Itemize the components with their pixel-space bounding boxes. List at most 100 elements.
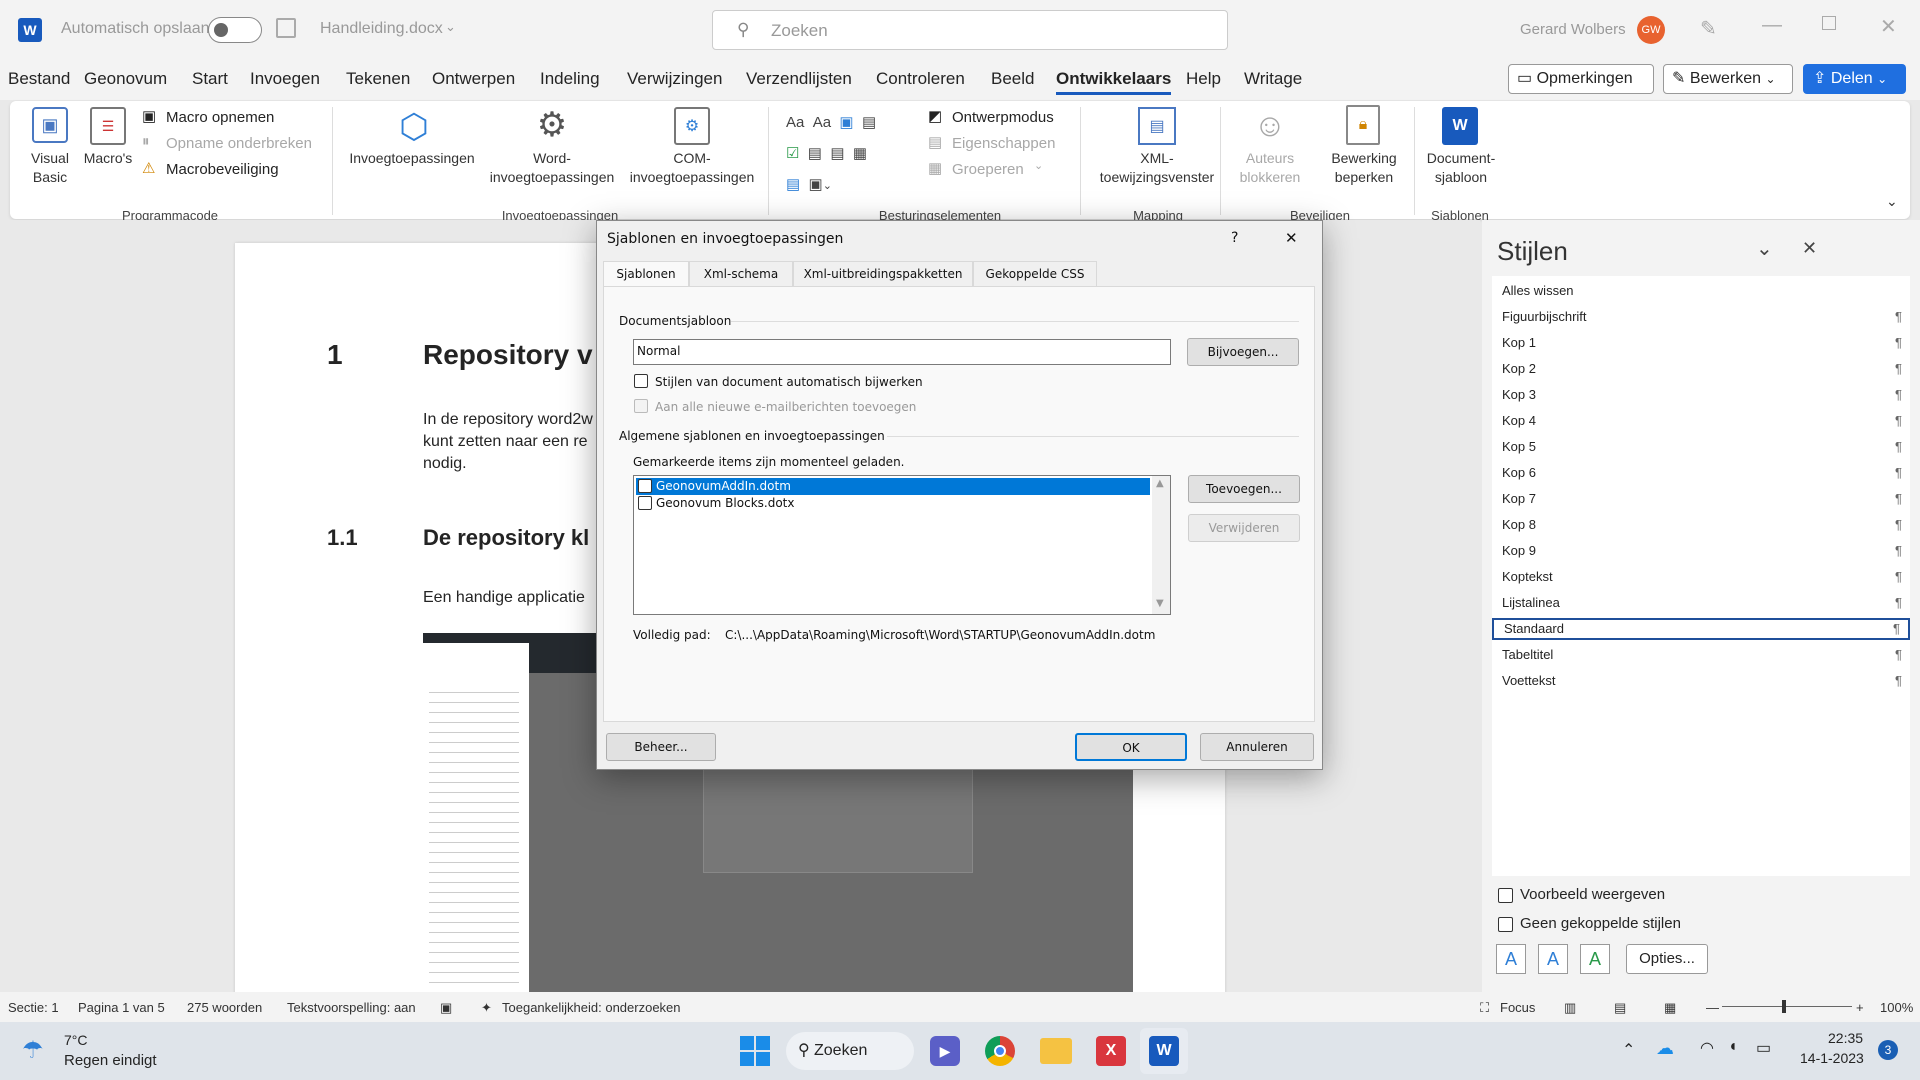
text-control-icon[interactable]: Aa [813,114,831,131]
voorbeeld-checkbox[interactable] [1498,888,1513,903]
clock-time[interactable]: 22:35 [1828,1030,1863,1046]
menu-item-beeld[interactable]: Beeld [991,69,1034,89]
tab-sjablonen[interactable]: Sjablonen [603,261,689,288]
repeating-control-icon[interactable]: ▤ [786,176,800,193]
com-invoegtoepassingen-button[interactable]: COM- invoegtoepassingen [626,149,758,187]
list-item[interactable]: GeonovumAddIn.dotm [636,478,1150,495]
restrict-editing-icon[interactable]: 🔒︎ [1346,105,1380,145]
manage-styles-icon[interactable]: A [1580,944,1610,974]
menu-item-tekenen[interactable]: Tekenen [346,69,410,89]
pen-icon[interactable]: ✎ [1700,16,1717,41]
battery-icon[interactable]: ▭ [1756,1038,1771,1058]
weather-text[interactable]: Regen eindigt [64,1052,157,1069]
style-item[interactable]: Kop 3 ¶ [1492,384,1910,406]
style-item[interactable]: Standaard ¶ [1492,618,1910,640]
style-item[interactable]: Lijstalinea ¶ [1492,592,1910,614]
chrome-icon[interactable] [985,1036,1015,1066]
menu-item-bestand[interactable]: Bestand [8,69,70,89]
macro-opnemen-button[interactable]: Macro opnemen [166,109,274,126]
status-toegankelijkheid[interactable]: Toegankelijkheid: onderzoeken [502,1000,681,1015]
style-item[interactable]: Kop 5 ¶ [1492,436,1910,458]
date-control-icon[interactable]: ▦ [853,145,867,162]
opmerkingen-button[interactable]: ▭ Opmerkingen [1508,64,1654,94]
zoom-level[interactable]: 100% [1880,1000,1913,1015]
accessibility-icon[interactable]: ✦ [481,1000,492,1016]
groeperen-button[interactable]: Groeperen [952,161,1024,178]
close-icon[interactable]: ✕ [1285,229,1298,247]
tab-xml-schema[interactable]: Xml-schema [689,261,793,287]
read-mode-icon[interactable]: ▥ [1564,1000,1576,1016]
user-name[interactable]: Gerard Wolbers [1520,21,1626,38]
document-template-icon[interactable]: W [1442,107,1478,145]
menu-item-verzendlijsten[interactable]: Verzendlijsten [746,69,852,89]
richtext-control-icon[interactable]: Aa [786,114,804,131]
tab-xml-uitbreidingspakketten[interactable]: Xml-uitbreidingspakketten [793,261,973,287]
combobox-control-icon[interactable]: ▤ [808,145,822,162]
help-icon[interactable]: ? [1231,230,1238,246]
search-box[interactable]: ⚲ Zoeken [712,10,1228,50]
style-item[interactable]: Kop 6 ¶ [1492,462,1910,484]
style-item[interactable]: Kop 1 ¶ [1492,332,1910,354]
bijvoegen-button[interactable]: Bijvoegen... [1187,338,1299,366]
documentsjabloon-input[interactable]: Normal [633,339,1171,365]
geen-gekoppelde-checkbox[interactable] [1498,917,1513,932]
xml-toewijzingsvenster-button[interactable]: XML- toewijzingsvenster [1088,149,1226,187]
style-inspector-icon[interactable]: A [1538,944,1568,974]
focus-icon[interactable]: ⛶ [1480,1000,1489,1016]
toevoegen-button[interactable]: Toevoegen... [1188,475,1300,503]
meet-app-icon[interactable]: ▶ [930,1036,960,1066]
verwijderen-button[interactable]: Verwijderen [1188,514,1300,542]
style-item[interactable]: Kop 7 ¶ [1492,488,1910,510]
xml-mapping-icon[interactable]: ▤ [1138,107,1176,145]
annuleren-button[interactable]: Annuleren [1200,733,1314,761]
style-item[interactable]: Figuurbijschrift ¶ [1492,306,1910,328]
delen-button[interactable]: ⇪ Delen ⌄ [1803,64,1906,94]
status-sectie[interactable]: Sectie: 1 [8,1000,59,1015]
taskbar-search[interactable]: ⚲ Zoeken [786,1032,914,1070]
ok-button[interactable]: OK [1075,733,1187,761]
beheer-button[interactable]: Beheer... [606,733,716,761]
weather-icon[interactable]: ☂ [22,1036,44,1065]
save-icon[interactable] [276,18,296,38]
style-item[interactable]: Voettekst ¶ [1492,670,1910,692]
style-item[interactable]: Kop 8 ¶ [1492,514,1910,536]
status-spelling[interactable]: Tekstvoorspelling: aan [287,1000,416,1015]
style-item[interactable]: Kop 2 ¶ [1492,358,1910,380]
web-layout-icon[interactable]: ▦ [1664,1000,1676,1016]
filename-chevron-icon[interactable]: ⌄ [445,19,456,35]
word-taskbar-item[interactable]: W [1140,1028,1188,1074]
volume-icon[interactable]: ◖ [1728,1038,1738,1056]
notification-badge[interactable]: 3 [1878,1040,1898,1060]
status-woorden[interactable]: 275 woorden [187,1000,262,1015]
scroll-down-icon[interactable]: ▼ [1156,598,1164,609]
invoegtoepassingen-button[interactable]: Invoegtoepassingen [342,149,482,168]
menu-item-indeling[interactable]: Indeling [540,69,600,89]
autosave-toggle[interactable] [208,17,262,43]
menu-item-ontwerpen[interactable]: Ontwerpen [432,69,515,89]
close-icon[interactable]: ✕ [1802,238,1817,259]
status-pagina[interactable]: Pagina 1 van 5 [78,1000,165,1015]
building-block-icon[interactable]: ▤ [862,114,876,131]
chevron-up-icon[interactable]: ⌃ [1622,1040,1635,1060]
style-item[interactable]: Kop 4 ¶ [1492,410,1910,432]
gear-icon[interactable]: ⚙ [532,105,572,145]
chevron-down-icon[interactable]: ⌄ [1756,236,1773,261]
onedrive-icon[interactable]: ☁ [1656,1038,1674,1059]
block-authors-icon[interactable]: ☺ [1250,105,1290,145]
com-addins-icon[interactable]: ⚙ [674,107,710,145]
legacy-tools-icon[interactable]: ▣ [809,176,823,193]
macros-icon[interactable]: ☰ [90,107,126,145]
bewerken-button[interactable]: ✎ Bewerken ⌄ [1663,64,1793,94]
wifi-icon[interactable]: ◠ [1700,1038,1714,1058]
menu-item-invoegen[interactable]: Invoegen [250,69,320,89]
addin-list[interactable]: GeonovumAddIn.dotm Geonovum Blocks.dotx … [633,475,1171,615]
zoom-in-icon[interactable]: + [1856,1000,1864,1015]
addin-checkbox[interactable] [638,496,652,510]
menu-item-writage[interactable]: Writage [1244,69,1302,89]
opties-button[interactable]: Opties... [1626,944,1708,974]
scrollbar[interactable]: ▲ ▼ [1152,476,1170,614]
addins-icon[interactable]: ⬡ [394,107,434,147]
menu-item-ontwikkelaars[interactable]: Ontwikkelaars [1056,69,1172,95]
auteurs-blokkeren-button[interactable]: Auteurs blokkeren [1232,149,1308,187]
proofing-icon[interactable]: ▣ [440,1000,452,1016]
